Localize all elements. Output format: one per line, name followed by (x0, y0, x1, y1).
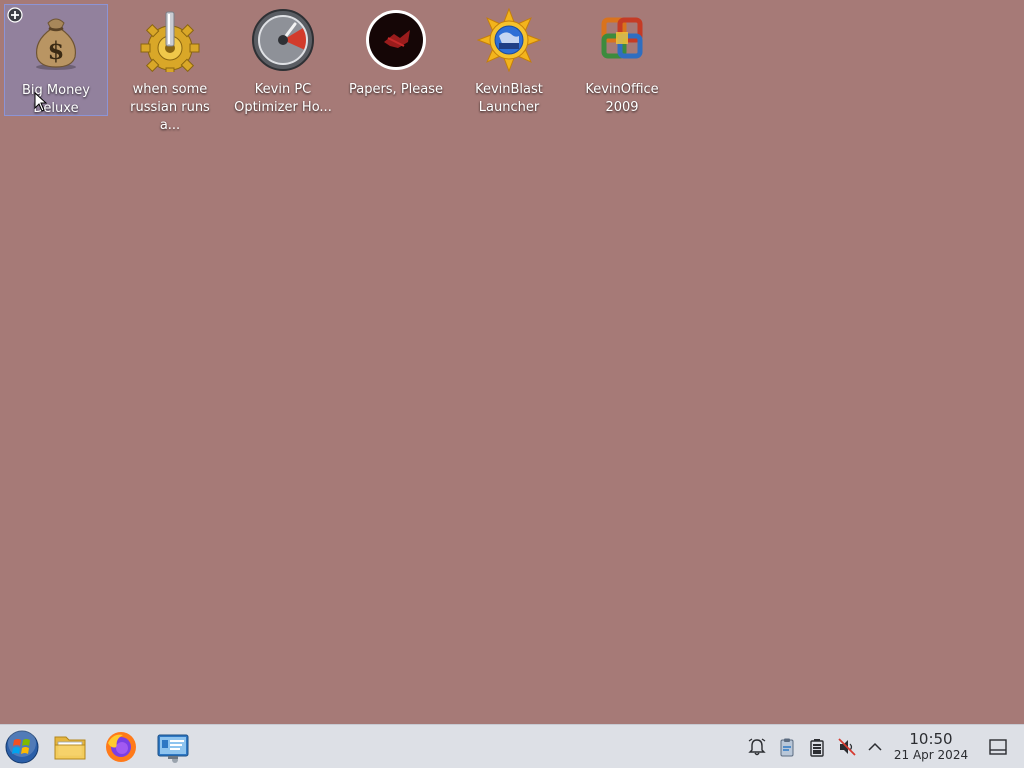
money-bag-icon: $ (35, 18, 77, 70)
desktop-icon-kevinoffice-2009[interactable]: KevinOffice 2009 (570, 4, 674, 116)
clipboard-icon[interactable] (777, 737, 797, 757)
muted-volume-icon[interactable] (837, 737, 857, 757)
expand-tray-icon[interactable] (865, 737, 885, 757)
svg-text:$: $ (48, 36, 65, 65)
desktop[interactable]: $ Big Money Deluxe when some russian run… (0, 0, 1024, 724)
show-desktop-icon[interactable] (988, 737, 1008, 757)
sun-globe-icon (477, 8, 541, 72)
notifications-icon[interactable] (747, 737, 767, 757)
clock-date: 21 Apr 2024 (893, 748, 969, 762)
desktop-icon-label: KevinOffice 2009 (585, 82, 659, 115)
desktop-icon-label: Kevin PC Optimizer Ho... (234, 82, 332, 115)
speedometer-icon (252, 9, 314, 71)
taskbar-clock[interactable]: 10:50 21 Apr 2024 (888, 731, 974, 763)
gear-icon (140, 11, 200, 72)
desktop-icon-label: KevinBlast Launcher (475, 82, 543, 115)
desktop-icon-label: when some russian runs a... (130, 82, 210, 133)
system-settings-icon[interactable] (155, 729, 191, 765)
desktop-icon-russian-app[interactable]: when some russian runs a... (118, 4, 222, 133)
desktop-icon-label: Papers, Please (348, 82, 444, 97)
office-logo-icon (601, 17, 643, 59)
desktop-icon-kevinblast-launcher[interactable]: KevinBlast Launcher (457, 4, 561, 116)
desktop-icon-papers-please[interactable]: Papers, Please (344, 4, 448, 116)
desktop-icon-big-money-deluxe[interactable]: $ Big Money Deluxe (4, 4, 108, 116)
firefox-icon[interactable] (103, 729, 139, 765)
desktop-icon-label: Big Money Deluxe (21, 83, 90, 116)
mouse-cursor-icon (34, 92, 48, 112)
papers-please-icon (366, 10, 426, 70)
file-manager-icon[interactable] (52, 729, 88, 765)
desktop-icon-kevin-pc-optimizer[interactable]: Kevin PC Optimizer Ho... (231, 4, 335, 116)
taskbar: 10:50 21 Apr 2024 (0, 724, 1024, 768)
add-icon[interactable] (7, 7, 23, 23)
start-menu-button[interactable] (4, 729, 40, 765)
clock-time: 10:50 (909, 730, 953, 748)
battery-icon[interactable] (807, 737, 827, 757)
